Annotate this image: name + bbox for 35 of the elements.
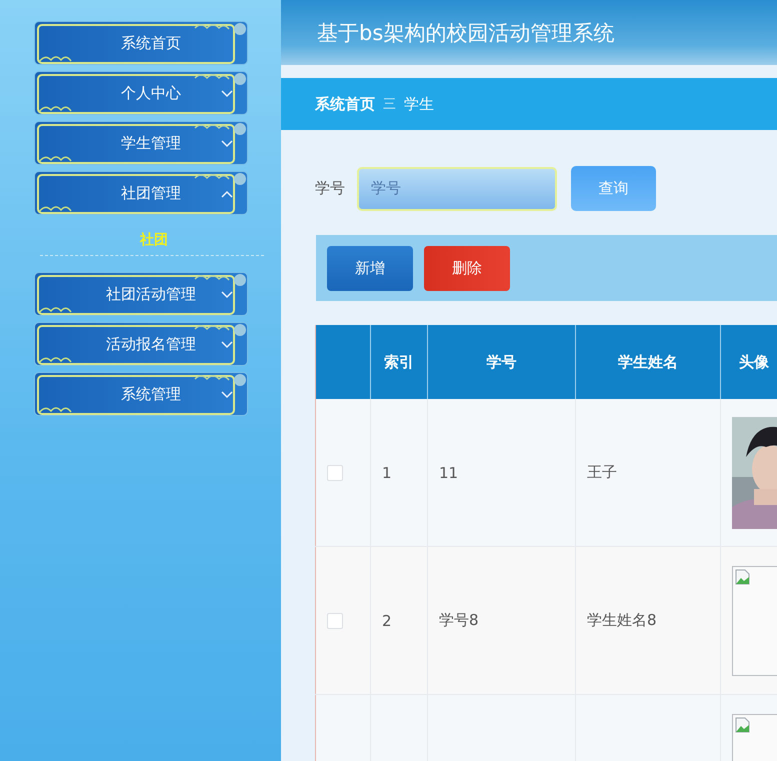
table-cell: 学号8 [439,611,479,629]
menu-item[interactable]: 社团管理 [34,171,248,215]
delete-button[interactable]: 删除 [424,246,510,290]
caret-icon [221,90,233,98]
table-cell: 11 [439,464,458,482]
menu-item[interactable]: 学生管理 [34,121,248,165]
table-cell: 1 [382,464,392,482]
menu-item[interactable]: 活动报名管理 [34,322,248,366]
table-cell: 学生姓名8 [587,611,657,629]
table-cell: 2 [382,612,392,630]
broken-image-icon [735,716,751,732]
field-label: 学号 [315,179,345,198]
row-checkbox[interactable] [327,465,343,482]
breadcrumb-separator: 三 [383,96,396,113]
menu-item[interactable]: 个人中心 [34,71,248,115]
column-header: 头像 [720,325,777,399]
caret-icon [221,190,233,198]
row-checkbox[interactable] [327,613,343,630]
search-field[interactable]: 学号 [357,166,557,210]
column-header: 学生姓名 [576,325,720,399]
column-header: 学号 [428,325,576,399]
app-title: 基于bs架构的校园活动管理系统 [317,20,614,46]
menu-item[interactable]: 社团活动管理 [34,272,248,316]
caret-icon [221,291,233,299]
breadcrumb-current: 学生 [404,94,434,114]
caret-icon [221,341,233,349]
menu-item[interactable]: 系统首页 [34,21,248,65]
breadcrumb-link[interactable]: 系统首页 [315,94,375,114]
table-cell: 王子 [587,463,617,481]
broken-image-icon [735,568,751,584]
column-header: 索引 [370,325,428,399]
caret-icon [221,140,233,148]
menu-item[interactable]: 系统管理 [34,372,248,416]
caret-icon [221,391,233,399]
add-button[interactable]: 新增 [327,246,413,290]
